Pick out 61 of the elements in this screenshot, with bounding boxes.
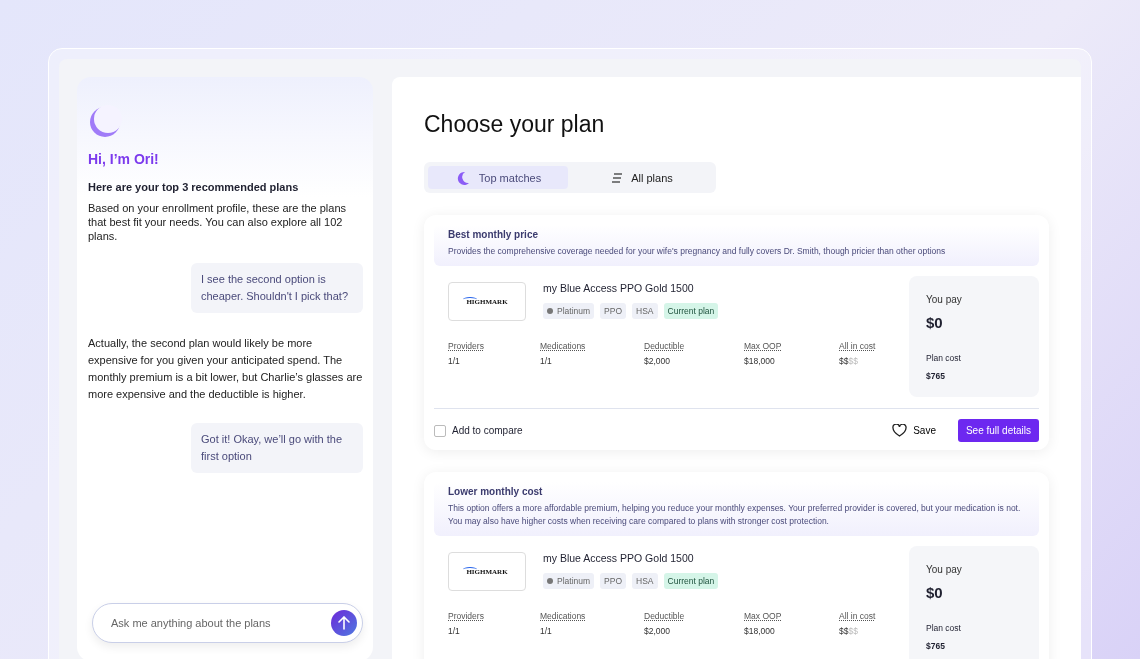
cost-amount: $765	[926, 641, 946, 651]
plan-tag: HSA	[632, 573, 658, 589]
metric-label: Providers	[448, 341, 485, 351]
send-button[interactable]	[331, 610, 357, 636]
metric-label: Providers	[448, 611, 485, 621]
plan-tag: Platinum	[543, 303, 595, 319]
recommendation-heading: Lower monthly cost	[448, 486, 544, 497]
metric-label: Medications	[540, 341, 587, 351]
compare-checkbox[interactable]	[434, 424, 446, 437]
metric-value: $18,000	[744, 626, 776, 636]
metric-label: All in cost	[839, 611, 877, 621]
plan-tag: Current plan	[663, 573, 719, 589]
metric-label: All in cost	[839, 341, 877, 351]
user-message: Got it! Okay, we’ll go with the first option	[191, 423, 363, 473]
chat-input-bar[interactable]: Ask me anything about the plans	[92, 603, 363, 643]
cost-rating: $$$$	[839, 356, 859, 366]
metric-label: Medications	[540, 611, 587, 621]
plan-name: my Blue Access PPO Gold 1500	[543, 552, 695, 564]
plan-tag: PPO	[600, 303, 627, 319]
metric-value: 1/1	[540, 626, 553, 636]
heart-icon	[892, 424, 908, 437]
cost-label: Plan cost	[926, 623, 962, 633]
page-title: Choose your plan	[424, 111, 606, 138]
message-title: Here are your top 3 recommended plans	[88, 181, 300, 193]
plan-tag: PPO	[600, 573, 627, 589]
pay-amount: $0	[926, 314, 944, 331]
metric-value: 1/1	[540, 356, 553, 366]
pay-label: You pay	[926, 564, 963, 575]
metric-label: Deductible	[644, 611, 686, 621]
recommendation-text: Provides the comprehensive coverage needed for your wife's pregnancy and fully covers Dr. Smith, though pricier than other options	[448, 245, 947, 258]
recommendation-heading: Best monthly price	[448, 229, 540, 240]
assistant-message: Based on your enrollment profile, these are the plans that best fit your needs. You can also explore all 102 plans.	[88, 201, 348, 243]
metric-value: $2,000	[644, 356, 671, 366]
metric-value: $18,000	[744, 356, 776, 366]
save-button[interactable]: Save	[886, 423, 942, 438]
user-message: I see the second option is cheaper. Shouldn't I pick that?	[191, 263, 363, 313]
plan-tag: Current plan	[663, 303, 719, 319]
metric-label: Max OOP	[744, 341, 783, 351]
details-button[interactable]: See full details	[957, 419, 1039, 442]
plan-tag: Platinum	[543, 573, 595, 589]
plan-tag: HSA	[632, 303, 658, 319]
greeting: Hi, I’m Ori!	[88, 151, 160, 167]
pay-amount: $0	[926, 584, 944, 601]
metric-value: 1/1	[448, 626, 461, 636]
cost-label: Plan cost	[926, 353, 962, 363]
metric-label: Max OOP	[744, 611, 783, 621]
metric-label: Deductible	[644, 341, 686, 351]
cost-amount: $765	[926, 371, 946, 381]
compare-label[interactable]: Add to compare	[452, 425, 523, 436]
metric-value: $2,000	[644, 626, 671, 636]
assistant-message: Actually, the second plan would likely be more expensive for you given your anticipated spend. The monthly premium is a bit lower, but Charlie’s glasses are more expensive and the deductible is higher.	[88, 336, 363, 402]
tab[interactable]: Top matches	[428, 166, 568, 189]
tab[interactable]: All plans	[572, 166, 712, 189]
cost-rating: $$$$	[839, 626, 859, 636]
list-icon	[611, 172, 624, 183]
metric-value: 1/1	[448, 356, 461, 366]
plan-name: my Blue Access PPO Gold 1500	[543, 282, 695, 294]
pay-label: You pay	[926, 294, 963, 305]
recommendation-text: This option offers a more affordable premium, helping you reduce your monthly expenses. Your preferred provider is covered, but your medication is not. You may also have higher costs when receiving care compared to plans with stronger cost protection.	[448, 502, 1022, 528]
chat-input-field[interactable]: Ask me anything about the plans	[109, 616, 331, 630]
arrow-up-icon	[338, 616, 350, 630]
